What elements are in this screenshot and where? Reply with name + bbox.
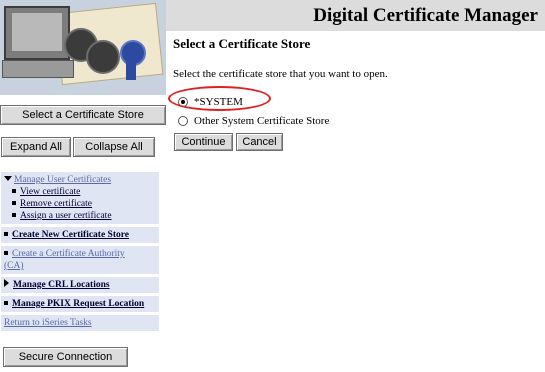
- manage-pkix-request-location-link[interactable]: Manage PKIX Request Location: [12, 299, 144, 309]
- create-new-store-item: Create New Certificate Store: [1, 227, 159, 243]
- monitor-screen: [12, 13, 62, 51]
- create-certificate-authority-link-cont[interactable]: (CA): [4, 261, 24, 271]
- computer-monitor-icon: [4, 6, 70, 60]
- manage-pkix-item: Manage PKIX Request Location: [1, 296, 159, 312]
- create-new-certificate-store-link[interactable]: Create New Certificate Store: [12, 230, 129, 240]
- other-store-option[interactable]: Other System Certificate Store: [178, 115, 329, 127]
- bullet-icon: [4, 232, 8, 236]
- expanded-triangle-icon[interactable]: [4, 176, 12, 181]
- cancel-button[interactable]: Cancel: [236, 133, 283, 151]
- bullet-icon: [12, 201, 16, 205]
- main-content: Select a Certificate Store Select the ce…: [173, 36, 541, 151]
- task-navigation-panel: Manage User Certificates View certificat…: [1, 172, 159, 334]
- system-store-option[interactable]: *SYSTEM: [178, 96, 243, 108]
- system-store-label: *SYSTEM: [194, 96, 243, 108]
- certificate-header-image: [0, 0, 166, 95]
- manage-crl-item: Manage CRL Locations: [1, 277, 159, 293]
- assign-user-certificate-link[interactable]: Assign a user certificate: [20, 211, 112, 221]
- secure-connection-button[interactable]: Secure Connection: [3, 347, 128, 367]
- other-store-radio[interactable]: [178, 116, 188, 126]
- title-bar: Digital Certificate Manager: [166, 0, 545, 31]
- disc-icon: [86, 40, 120, 74]
- select-certificate-store-button[interactable]: Select a Certificate Store: [0, 105, 166, 125]
- create-ca-item: Create a Certificate Authority (CA): [1, 246, 159, 274]
- bullet-icon: [4, 251, 8, 255]
- collapse-all-button[interactable]: Collapse All: [73, 137, 155, 157]
- instructions-text: Select the certificate store that you wa…: [173, 68, 388, 80]
- remove-certificate-link[interactable]: Remove certificate: [20, 199, 92, 209]
- manage-crl-locations-link[interactable]: Manage CRL Locations: [13, 280, 110, 290]
- bullet-icon: [4, 301, 8, 305]
- bullet-icon: [12, 213, 16, 217]
- system-store-radio[interactable]: [178, 97, 188, 107]
- manage-user-certificates-group: Manage User Certificates View certificat…: [1, 172, 159, 224]
- return-to-iseries-tasks-link[interactable]: Return to iSeries Tasks: [4, 318, 92, 328]
- left-navigation-column: Select a Certificate Store Expand All Co…: [0, 0, 166, 372]
- bullet-icon: [12, 189, 16, 193]
- continue-button[interactable]: Continue: [174, 133, 233, 151]
- collapsed-triangle-icon[interactable]: [4, 279, 9, 287]
- manage-user-certificates-link[interactable]: Manage User Certificates: [14, 175, 111, 185]
- page-heading: Select a Certificate Store: [173, 36, 311, 51]
- expand-all-button[interactable]: Expand All: [1, 137, 71, 157]
- view-certificate-link[interactable]: View certificate: [20, 187, 80, 197]
- ribbon-icon: [126, 58, 136, 80]
- app-title: Digital Certificate Manager: [313, 5, 538, 26]
- keyboard-icon: [2, 60, 74, 78]
- other-store-label: Other System Certificate Store: [194, 115, 330, 127]
- return-item: Return to iSeries Tasks: [1, 315, 159, 331]
- create-certificate-authority-link[interactable]: Create a Certificate Authority: [12, 249, 125, 259]
